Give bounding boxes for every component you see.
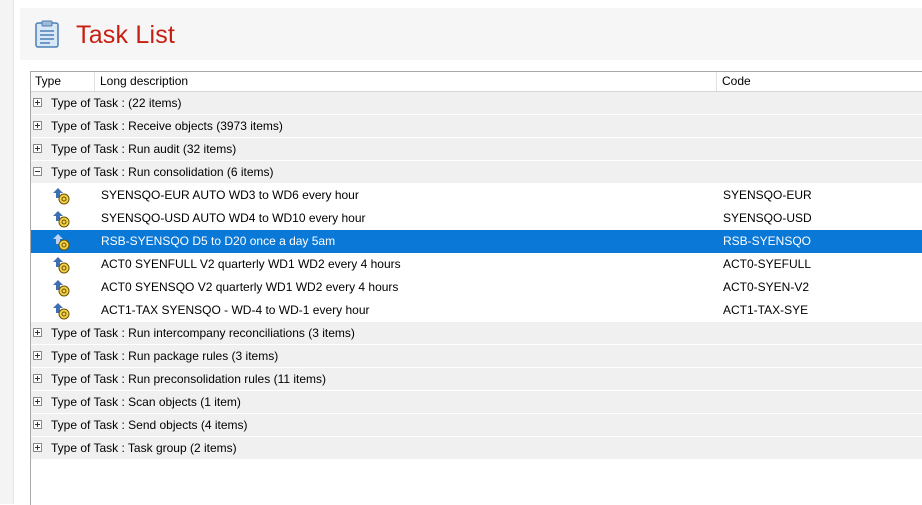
- page-title: Task List: [76, 21, 176, 49]
- group-label: Type of Task : Send objects (4 items): [51, 418, 248, 432]
- column-header-row: Type Long description Code: [31, 72, 922, 92]
- group-row[interactable]: Type of Task : Run package rules (3 item…: [31, 345, 922, 368]
- task-description: RSB-SYENSQO D5 to D20 once a day 5am: [101, 234, 336, 248]
- task-row[interactable]: SYENSQO-USD AUTO WD4 to WD10 every hour …: [31, 207, 922, 230]
- expand-plus-icon[interactable]: [33, 420, 42, 429]
- group-label: Type of Task : Run package rules (3 item…: [51, 349, 279, 363]
- expand-plus-icon[interactable]: [33, 98, 42, 107]
- column-header-code[interactable]: Code: [717, 72, 922, 91]
- task-description: SYENSQO-EUR AUTO WD3 to WD6 every hour: [101, 188, 359, 202]
- task-rows: Type of Task : (22 items) Type of Task :…: [31, 92, 922, 460]
- group-label: Type of Task : Scan objects (1 item): [51, 395, 241, 409]
- expand-plus-icon[interactable]: [33, 374, 42, 383]
- task-description: ACT0 SYENFULL V2 quarterly WD1 WD2 every…: [101, 257, 401, 271]
- task-code: RSB-SYENSQO: [723, 234, 812, 248]
- group-row[interactable]: Type of Task : Run intercompany reconcil…: [31, 322, 922, 345]
- task-row[interactable]: ACT0 SYENSQO V2 quarterly WD1 WD2 every …: [31, 276, 922, 299]
- group-row[interactable]: Type of Task : (22 items): [31, 92, 922, 115]
- scheduled-task-icon: [53, 303, 70, 320]
- task-row[interactable]: ACT1-TAX SYENSQO - WD-4 to WD-1 every ho…: [31, 299, 922, 322]
- clipboard-list-icon: [35, 20, 59, 48]
- group-row[interactable]: Type of Task : Receive objects (3973 ite…: [31, 115, 922, 138]
- expand-plus-icon[interactable]: [33, 397, 42, 406]
- group-label: Type of Task : Run intercompany reconcil…: [51, 326, 355, 340]
- scheduled-task-icon: [53, 234, 70, 251]
- column-header-type[interactable]: Type: [31, 72, 95, 91]
- group-label: Type of Task : Run preconsolidation rule…: [51, 372, 327, 386]
- group-row[interactable]: Type of Task : Task group (2 items): [31, 437, 922, 460]
- scheduled-task-icon: [53, 257, 70, 274]
- task-code: SYENSQO-USD: [723, 211, 812, 225]
- group-row-expanded[interactable]: Type of Task : Run consolidation (6 item…: [31, 161, 922, 184]
- task-row[interactable]: ACT0 SYENFULL V2 quarterly WD1 WD2 every…: [31, 253, 922, 276]
- scheduled-task-icon: [53, 211, 70, 228]
- group-row[interactable]: Type of Task : Send objects (4 items): [31, 414, 922, 437]
- expand-plus-icon[interactable]: [33, 351, 42, 360]
- group-label: Type of Task : Run consolidation (6 item…: [51, 165, 274, 179]
- task-description: ACT1-TAX SYENSQO - WD-4 to WD-1 every ho…: [101, 303, 370, 317]
- group-label: Type of Task : Run audit (32 items): [51, 142, 237, 156]
- task-row-selected[interactable]: RSB-SYENSQO D5 to D20 once a day 5am RSB…: [31, 230, 922, 253]
- group-label: Type of Task : Task group (2 items): [51, 441, 237, 455]
- scheduled-task-icon: [53, 280, 70, 297]
- expand-plus-icon[interactable]: [33, 328, 42, 337]
- task-code: SYENSQO-EUR: [723, 188, 812, 202]
- group-label: Type of Task : Receive objects (3973 ite…: [51, 119, 283, 133]
- expand-plus-icon[interactable]: [33, 443, 42, 452]
- task-description: SYENSQO-USD AUTO WD4 to WD10 every hour: [101, 211, 366, 225]
- collapse-minus-icon[interactable]: [33, 167, 42, 176]
- column-header-long-description[interactable]: Long description: [95, 72, 717, 91]
- left-edge-strip: `: [0, 0, 14, 504]
- corner-mark: `: [4, 0, 8, 9]
- task-code: ACT0-SYEN-V2: [723, 280, 810, 294]
- scheduled-task-icon: [53, 188, 70, 205]
- task-description: ACT0 SYENSQO V2 quarterly WD1 WD2 every …: [101, 280, 399, 294]
- task-code: ACT1-TAX-SYE: [723, 303, 809, 317]
- title-bar: Task List: [20, 8, 922, 60]
- group-row[interactable]: Type of Task : Scan objects (1 item): [31, 391, 922, 414]
- expand-plus-icon[interactable]: [33, 144, 42, 153]
- task-code: ACT0-SYEFULL: [723, 257, 812, 271]
- task-list-grid[interactable]: Type Long description Code Type of Task …: [30, 71, 922, 505]
- group-row[interactable]: Type of Task : Run audit (32 items): [31, 138, 922, 161]
- group-row[interactable]: Type of Task : Run preconsolidation rule…: [31, 368, 922, 391]
- expand-plus-icon[interactable]: [33, 121, 42, 130]
- task-row[interactable]: SYENSQO-EUR AUTO WD3 to WD6 every hour S…: [31, 184, 922, 207]
- group-label: Type of Task : (22 items): [51, 96, 182, 110]
